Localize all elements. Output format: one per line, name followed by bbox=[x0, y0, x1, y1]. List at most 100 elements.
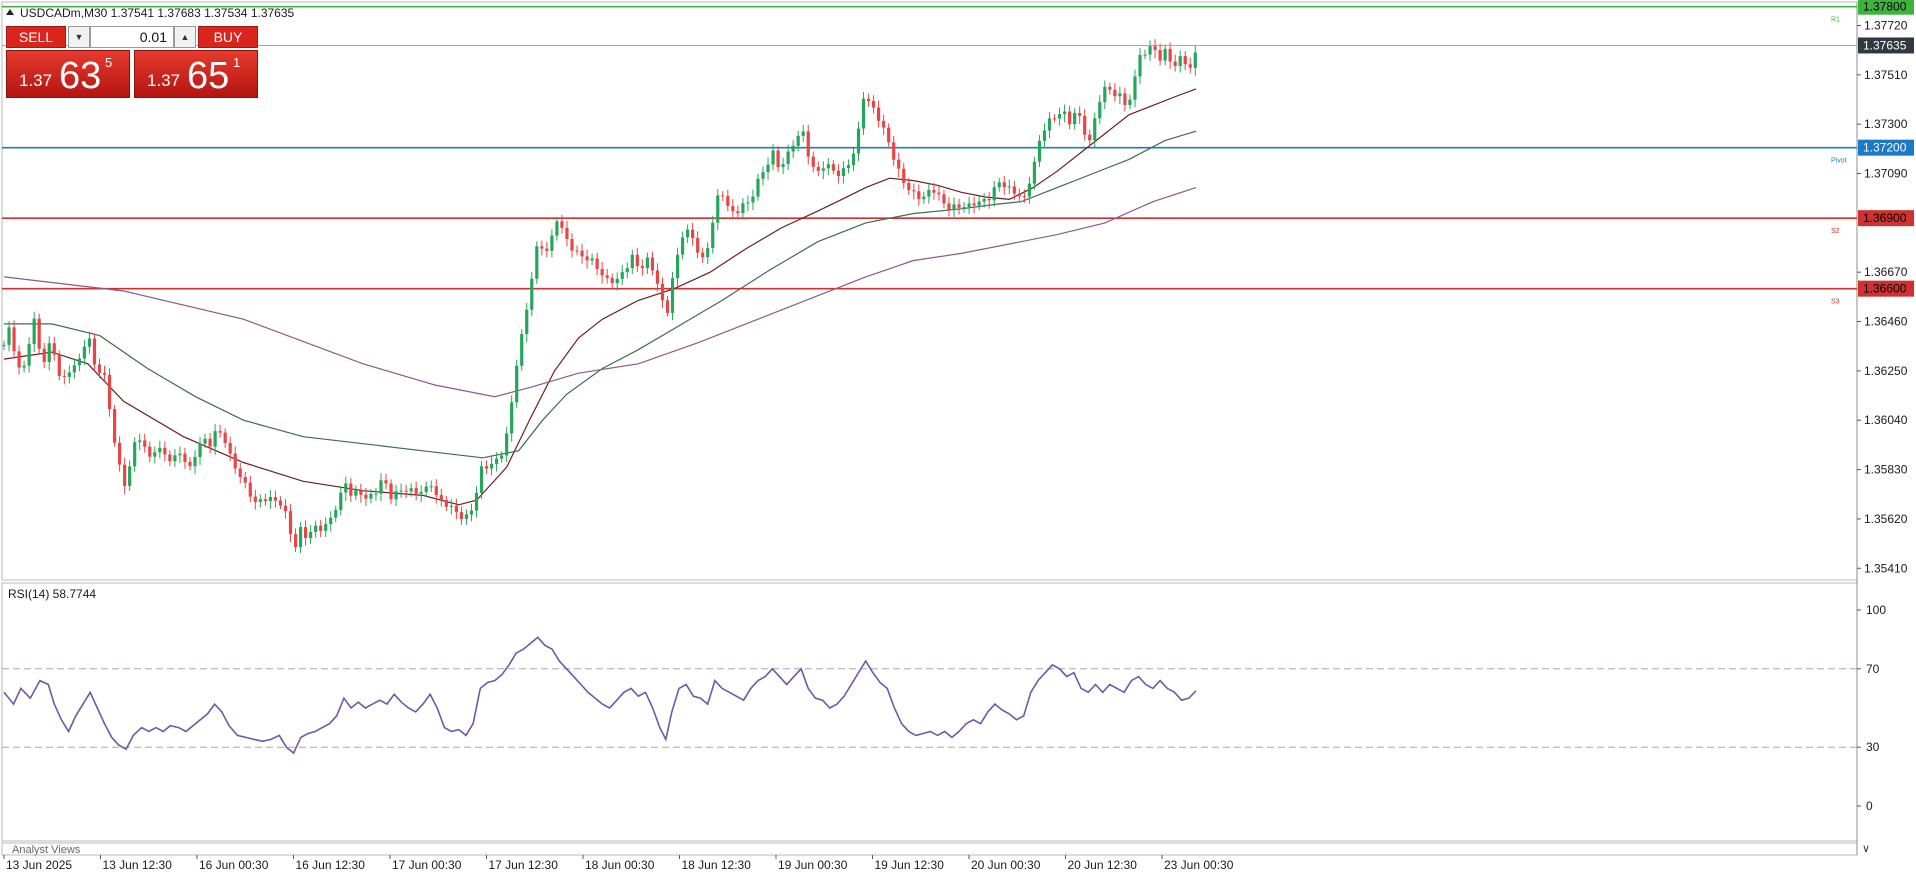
candle-body bbox=[525, 309, 529, 335]
candle-body bbox=[927, 189, 931, 197]
candle-body bbox=[831, 164, 835, 171]
candle-body bbox=[379, 480, 383, 494]
candle-body bbox=[897, 159, 901, 169]
buy-button[interactable]: BUY bbox=[198, 26, 258, 48]
candle-body bbox=[62, 375, 66, 377]
candle-body bbox=[882, 120, 886, 128]
candle-body bbox=[1047, 118, 1052, 131]
candle-body bbox=[384, 480, 388, 484]
candle-body bbox=[590, 258, 594, 261]
candle-body bbox=[711, 222, 715, 249]
volume-increase-icon[interactable]: ▲ bbox=[174, 26, 196, 48]
candle-body bbox=[288, 511, 293, 535]
candle-body bbox=[555, 221, 559, 236]
candle-body bbox=[756, 178, 760, 197]
candle-body bbox=[37, 318, 41, 349]
candle-body bbox=[203, 438, 207, 444]
candle-body bbox=[600, 269, 604, 276]
candle-body bbox=[273, 497, 278, 501]
sell-quote[interactable]: 1.37 63 5 bbox=[6, 50, 130, 98]
candle-body bbox=[213, 431, 217, 447]
candle-body bbox=[675, 254, 680, 279]
candle-body bbox=[706, 248, 710, 258]
candle-body bbox=[72, 365, 76, 373]
candle-body bbox=[314, 525, 318, 532]
candle-body bbox=[1052, 118, 1057, 120]
rsi-tick-label: 0 bbox=[1866, 799, 1873, 813]
chart-area[interactable]: R11.37800Pivot1.37200S21.36900S31.36600 … bbox=[0, 0, 1916, 874]
candle-body bbox=[716, 195, 720, 223]
candle-body bbox=[635, 254, 639, 267]
time-tick-label: 20 Jun 12:30 bbox=[1068, 858, 1138, 872]
analyst-views-tab[interactable]: Analyst Views bbox=[12, 844, 81, 856]
candle-body bbox=[505, 433, 509, 456]
time-tick-label: 17 Jun 12:30 bbox=[489, 858, 559, 872]
one-click-trade-panel: SELL ▼ ▲ BUY 1.37 63 5 1.37 65 1 bbox=[6, 26, 258, 98]
candle-body bbox=[469, 510, 474, 515]
candle-body bbox=[841, 168, 846, 176]
candle-body bbox=[560, 221, 564, 228]
candle-body bbox=[67, 372, 71, 377]
buy-price-large: 65 bbox=[187, 55, 230, 97]
buy-quote[interactable]: 1.37 65 1 bbox=[134, 50, 258, 98]
candle-body bbox=[1188, 64, 1192, 68]
candle-body bbox=[1042, 130, 1047, 141]
candle-body bbox=[540, 246, 544, 249]
candle-body bbox=[183, 453, 187, 462]
candle-body bbox=[2, 345, 6, 347]
price-tick-label: 1.36250 bbox=[1864, 364, 1908, 378]
candle-body bbox=[570, 239, 574, 251]
candle-body bbox=[324, 524, 328, 531]
candle-body bbox=[947, 203, 951, 210]
candle-body bbox=[148, 446, 152, 457]
current-price-label: 1.37635 bbox=[1863, 38, 1907, 52]
candle-body bbox=[1163, 48, 1167, 61]
price-tick-label: 1.37090 bbox=[1864, 167, 1908, 181]
candle-body bbox=[530, 278, 534, 310]
price-tick-label: 1.35620 bbox=[1864, 512, 1908, 526]
level-price-label-s2: 1.36900 bbox=[1863, 211, 1907, 225]
candle-body bbox=[17, 351, 21, 368]
candle-body bbox=[268, 497, 273, 502]
candle-body bbox=[419, 492, 423, 494]
time-tick-label: 18 Jun 12:30 bbox=[682, 858, 752, 872]
candle-body bbox=[640, 266, 644, 269]
candle-body bbox=[198, 443, 202, 457]
candle-body bbox=[208, 438, 212, 447]
candle-body bbox=[615, 278, 619, 284]
candle-body bbox=[726, 196, 730, 207]
candle-body bbox=[510, 402, 514, 434]
time-tick-label: 23 Jun 00:30 bbox=[1164, 858, 1234, 872]
candle-body bbox=[565, 227, 569, 240]
candle-body bbox=[766, 164, 770, 173]
candle-body bbox=[1193, 52, 1197, 68]
candle-body bbox=[173, 455, 177, 462]
candle-body bbox=[791, 145, 795, 152]
volume-input[interactable] bbox=[90, 26, 174, 48]
scroll-down-icon[interactable]: ∨ bbox=[1862, 843, 1870, 855]
candle-body bbox=[52, 343, 56, 355]
candle-body bbox=[761, 172, 765, 179]
candle-body bbox=[1002, 182, 1006, 188]
candle-body bbox=[1032, 161, 1037, 184]
candle-body bbox=[686, 229, 690, 238]
candle-body bbox=[595, 258, 599, 270]
candle-body bbox=[1178, 56, 1182, 66]
candle-body bbox=[278, 500, 283, 506]
candle-body bbox=[1168, 48, 1172, 62]
time-tick-label: 13 Jun 12:30 bbox=[103, 858, 173, 872]
candle-body bbox=[359, 490, 363, 495]
candle-body bbox=[158, 447, 162, 453]
volume-dropdown-icon[interactable]: ▼ bbox=[68, 26, 90, 48]
candle-body bbox=[97, 364, 102, 373]
candle-body bbox=[977, 201, 981, 206]
candle-body bbox=[424, 486, 428, 493]
candle-body bbox=[856, 128, 861, 154]
candle-body bbox=[821, 168, 825, 171]
candle-body bbox=[917, 191, 921, 200]
price-tick-label: 1.36460 bbox=[1864, 315, 1908, 329]
sell-button[interactable]: SELL bbox=[6, 26, 66, 48]
candle-body bbox=[610, 277, 614, 284]
candle-body bbox=[1113, 89, 1117, 97]
candle-body bbox=[655, 270, 660, 284]
